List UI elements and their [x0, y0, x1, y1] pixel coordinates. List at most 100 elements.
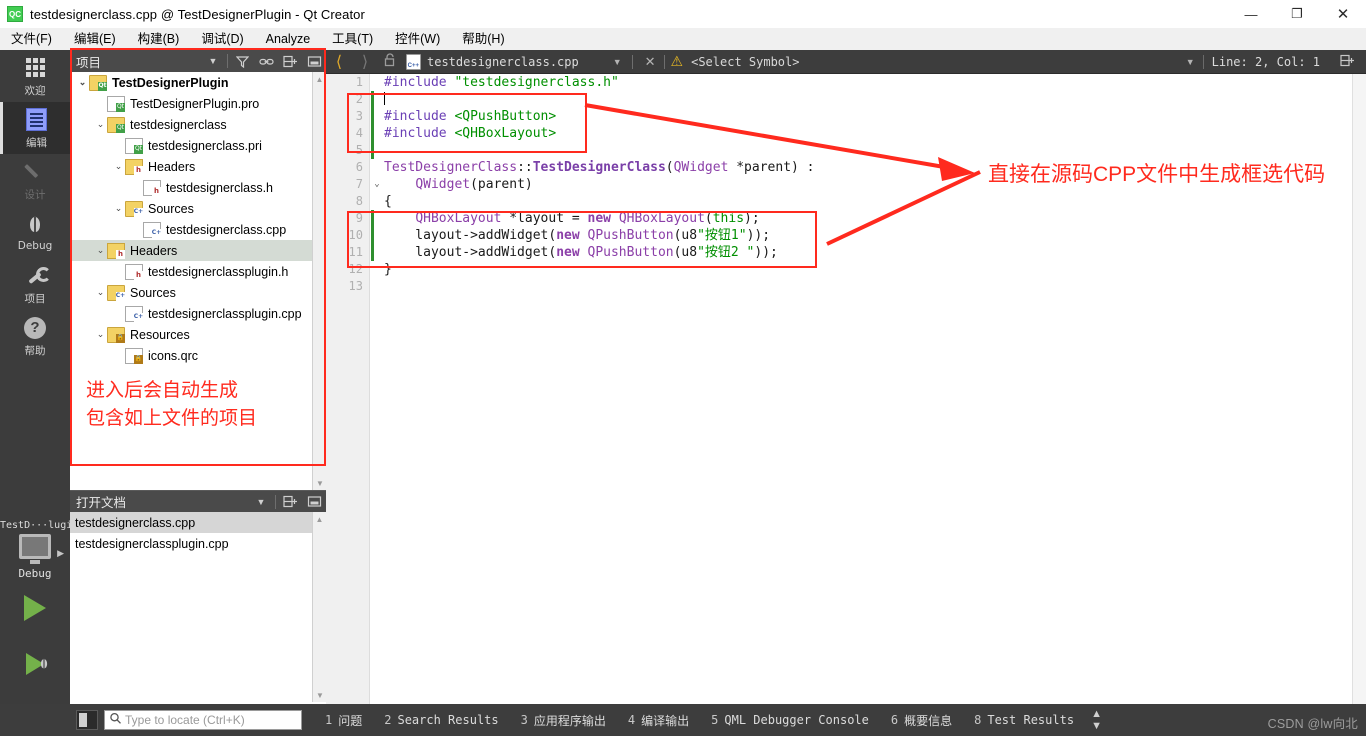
- unlock-icon[interactable]: [378, 53, 402, 70]
- scroll-up-icon[interactable]: ▲: [313, 72, 326, 86]
- chevron-down-icon[interactable]: ⌄: [112, 203, 125, 214]
- project-tree-row[interactable]: C+ testdesignerclass.cpp: [70, 219, 326, 240]
- code-token: new: [556, 228, 580, 243]
- project-tree-row-label: Sources: [130, 285, 176, 300]
- chevron-down-icon[interactable]: ▼: [201, 50, 225, 72]
- menu-tools[interactable]: 工具(T): [321, 28, 384, 50]
- chevron-down-icon[interactable]: ⌄: [94, 329, 107, 340]
- close-panel-icon[interactable]: [302, 491, 326, 513]
- output-pane-tab[interactable]: 1 问题: [314, 712, 373, 729]
- mode-help[interactable]: ? 帮助: [0, 310, 70, 362]
- project-tree-row[interactable]: ⌄ Qt TestDesignerPlugin: [70, 72, 326, 93]
- chevron-down-icon[interactable]: ⌄: [76, 77, 89, 88]
- fold-column[interactable]: ⌄: [370, 74, 384, 705]
- kit-selector[interactable]: ▶ Debug: [0, 534, 70, 580]
- scroll-down-icon[interactable]: ▼: [313, 476, 326, 490]
- project-tree-row[interactable]: ⌄ h Headers: [70, 156, 326, 177]
- project-tree-row[interactable]: ⌄ 🔒 Resources: [70, 324, 326, 345]
- code-line[interactable]: [384, 142, 1366, 159]
- code-line[interactable]: QHBoxLayout *layout = new QHBoxLayout(th…: [384, 210, 1366, 227]
- code-line[interactable]: layout->addWidget(new QPushButton(u8"按钮2…: [384, 244, 1366, 261]
- split-icon[interactable]: [278, 491, 302, 513]
- code-line[interactable]: [384, 278, 1366, 295]
- output-pane-label: Search Results: [397, 713, 499, 727]
- menu-help[interactable]: 帮助(H): [451, 28, 515, 50]
- scroll-up-icon[interactable]: ▲: [313, 512, 326, 526]
- up-down-icon[interactable]: ▲ ▼: [1091, 708, 1102, 732]
- line-number: 11: [348, 245, 363, 259]
- chevron-down-icon[interactable]: ▼: [613, 57, 622, 67]
- code-line[interactable]: #include <QPushButton>: [384, 108, 1366, 125]
- project-tree-row[interactable]: Qt testdesignerclass.pri: [70, 135, 326, 156]
- mode-welcome[interactable]: 欢迎: [0, 50, 70, 102]
- project-tree-row[interactable]: ⌄ Qt testdesignerclass: [70, 114, 326, 135]
- forward-arrow-icon[interactable]: ⟩: [352, 52, 378, 71]
- project-tree-row[interactable]: ⌄ h Headers: [70, 240, 326, 261]
- project-tree-scrollbar[interactable]: ▲ ▼: [312, 72, 326, 490]
- locator-input[interactable]: Type to locate (Ctrl+K): [104, 710, 302, 730]
- menu-window[interactable]: 控件(W): [384, 28, 451, 50]
- chevron-down-icon[interactable]: ⌄: [94, 245, 107, 256]
- back-arrow-icon[interactable]: ⟨: [326, 52, 352, 71]
- mode-edit[interactable]: 编辑: [0, 102, 70, 154]
- close-icon[interactable]: ✕: [645, 54, 656, 70]
- menu-file[interactable]: 文件(F): [0, 28, 63, 50]
- close-panel-icon[interactable]: [302, 50, 326, 72]
- sidebar-toggle-icon[interactable]: [76, 710, 98, 730]
- minimize-button[interactable]: —: [1228, 0, 1274, 28]
- filter-icon[interactable]: [230, 50, 254, 72]
- open-document-item[interactable]: testdesignerclass.cpp: [70, 512, 326, 533]
- chevron-down-icon[interactable]: ⌄: [94, 119, 107, 130]
- split-icon[interactable]: [278, 50, 302, 72]
- mode-projects[interactable]: 项目: [0, 258, 70, 310]
- project-tree-row[interactable]: 🔒 icons.qrc: [70, 345, 326, 366]
- fold-toggle-icon[interactable]: ⌄: [370, 176, 384, 193]
- mode-design[interactable]: 设计: [0, 154, 70, 206]
- code-line[interactable]: #include "testdesignerclass.h": [384, 74, 1366, 91]
- project-tree-row[interactable]: ⌄ C+ Sources: [70, 282, 326, 303]
- menu-edit[interactable]: 编辑(E): [63, 28, 127, 50]
- project-tree-row[interactable]: ⌄ C+ Sources: [70, 198, 326, 219]
- project-tree-row[interactable]: C+ testdesignerclassplugin.cpp: [70, 303, 326, 324]
- run-button[interactable]: [0, 580, 70, 636]
- output-pane-tab[interactable]: 8 Test Results: [963, 713, 1085, 727]
- open-documents-list[interactable]: testdesignerclass.cpp testdesignerclasspl…: [70, 512, 326, 702]
- menu-debug[interactable]: 调试(D): [190, 28, 254, 50]
- symbol-selector[interactable]: <Select Symbol>: [691, 55, 799, 69]
- editor-filename[interactable]: testdesignerclass.cpp: [427, 55, 579, 69]
- output-pane-tab[interactable]: 3 应用程序输出: [510, 712, 617, 729]
- link-icon[interactable]: [254, 50, 278, 72]
- maximize-restore-button[interactable]: ❐: [1274, 0, 1320, 28]
- output-pane-tab[interactable]: 4 编译输出: [617, 712, 700, 729]
- output-pane-tab[interactable]: 6 概要信息: [880, 712, 963, 729]
- open-documents-scrollbar[interactable]: ▲ ▼: [312, 512, 326, 702]
- code-line[interactable]: }: [384, 261, 1366, 278]
- chevron-down-icon[interactable]: ⌄: [94, 287, 107, 298]
- output-pane-tab[interactable]: 2 Search Results: [373, 713, 509, 727]
- output-pane-tab[interactable]: 5 QML Debugger Console: [700, 713, 880, 727]
- open-document-item[interactable]: testdesignerclassplugin.cpp: [70, 533, 326, 554]
- close-button[interactable]: ✕: [1320, 0, 1366, 28]
- projects-panel-title: 项目: [76, 55, 102, 70]
- split-icon[interactable]: [1334, 54, 1360, 70]
- code-token: QHBoxLayout: [618, 211, 705, 226]
- project-tree-row-label: Resources: [130, 327, 190, 342]
- debug-button[interactable]: [0, 636, 70, 692]
- code-line[interactable]: layout->addWidget(new QPushButton(u8"按钮1…: [384, 227, 1366, 244]
- scroll-down-icon[interactable]: ▼: [313, 688, 326, 702]
- menu-analyze[interactable]: Analyze: [255, 28, 321, 50]
- warning-icon[interactable]: ⚠: [671, 53, 684, 70]
- code-line[interactable]: #include <QHBoxLayout>: [384, 125, 1366, 142]
- project-tree-row[interactable]: Qt TestDesignerPlugin.pro: [70, 93, 326, 114]
- editor-scrollbar[interactable]: [1352, 74, 1366, 705]
- code-line[interactable]: {: [384, 193, 1366, 210]
- project-tree-row[interactable]: h testdesignerclassplugin.h: [70, 261, 326, 282]
- chevron-down-icon[interactable]: ⌄: [112, 161, 125, 172]
- mode-debug[interactable]: Debug: [0, 206, 70, 258]
- menu-build[interactable]: 构建(B): [127, 28, 191, 50]
- chevron-down-icon[interactable]: ▼: [1186, 57, 1195, 67]
- code-line[interactable]: [384, 91, 1366, 108]
- project-tree-row[interactable]: h testdesignerclass.h: [70, 177, 326, 198]
- chevron-down-icon[interactable]: ▼: [249, 491, 273, 513]
